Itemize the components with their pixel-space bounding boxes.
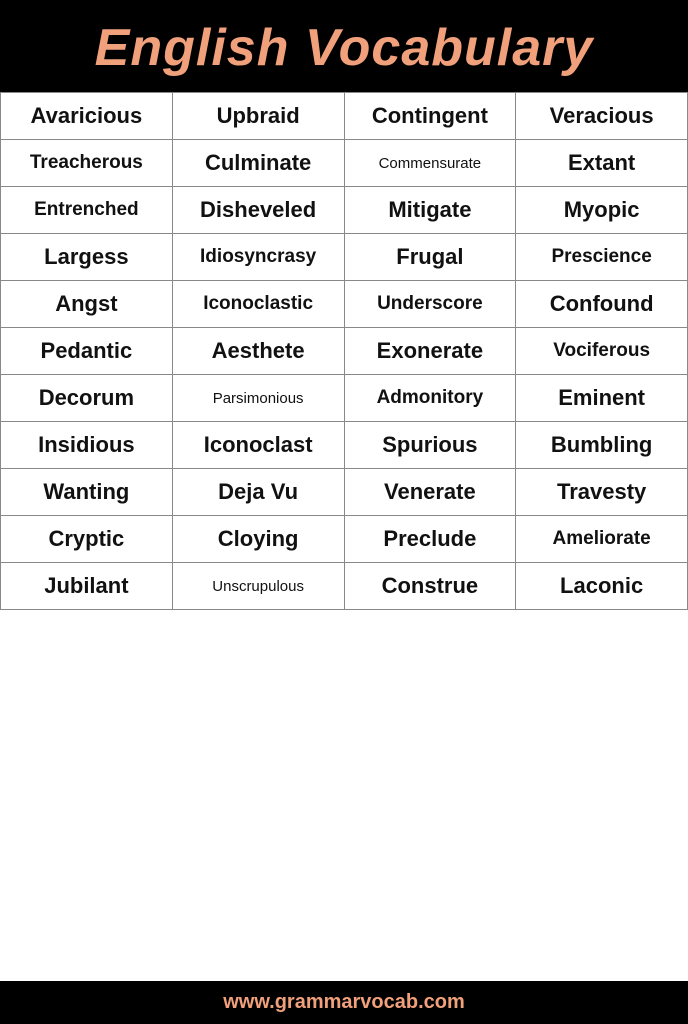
vocab-cell: Prescience — [516, 234, 688, 281]
vocab-cell: Disheveled — [172, 187, 344, 234]
vocab-cell: Largess — [1, 234, 173, 281]
vocab-cell: Veracious — [516, 93, 688, 140]
vocab-cell: Commensurate — [344, 140, 516, 187]
vocab-cell: Travesty — [516, 469, 688, 516]
vocab-cell: Ameliorate — [516, 516, 688, 563]
vocab-cell: Laconic — [516, 563, 688, 610]
vocab-cell: Contingent — [344, 93, 516, 140]
page-footer: www.grammarvocab.com — [0, 981, 688, 1024]
vocab-cell: Exonerate — [344, 328, 516, 375]
page-title: English Vocabulary — [10, 18, 678, 78]
footer-url: www.grammarvocab.com — [223, 991, 465, 1013]
vocab-cell: Vociferous — [516, 328, 688, 375]
vocab-cell: Bumbling — [516, 422, 688, 469]
vocab-cell: Pedantic — [1, 328, 173, 375]
table-row: AvariciousUpbraidContingentVeracious — [1, 93, 688, 140]
vocab-cell: Admonitory — [344, 375, 516, 422]
vocab-cell: Treacherous — [1, 140, 173, 187]
vocab-cell: Avaricious — [1, 93, 173, 140]
vocab-cell: Confound — [516, 281, 688, 328]
vocab-table: AvariciousUpbraidContingentVeraciousTrea… — [0, 92, 688, 610]
vocab-table-container: AvariciousUpbraidContingentVeraciousTrea… — [0, 92, 688, 981]
table-row: PedanticAestheteExonerateVociferous — [1, 328, 688, 375]
table-row: LargessIdiosyncrasyFrugalPrescience — [1, 234, 688, 281]
vocab-cell: Decorum — [1, 375, 173, 422]
table-row: InsidiousIconoclastSpuriousBumbling — [1, 422, 688, 469]
vocab-cell: Underscore — [344, 281, 516, 328]
table-row: TreacherousCulminateCommensurateExtant — [1, 140, 688, 187]
vocab-cell: Eminent — [516, 375, 688, 422]
vocab-cell: Deja Vu — [172, 469, 344, 516]
vocab-cell: Unscrupulous — [172, 563, 344, 610]
table-row: WantingDeja VuVenerateTravesty — [1, 469, 688, 516]
vocab-cell: Cloying — [172, 516, 344, 563]
vocab-cell: Iconoclast — [172, 422, 344, 469]
vocab-cell: Insidious — [1, 422, 173, 469]
vocab-cell: Culminate — [172, 140, 344, 187]
vocab-cell: Extant — [516, 140, 688, 187]
vocab-cell: Venerate — [344, 469, 516, 516]
table-row: DecorumParsimoniousAdmonitoryEminent — [1, 375, 688, 422]
vocab-cell: Wanting — [1, 469, 173, 516]
vocab-cell: Frugal — [344, 234, 516, 281]
vocab-cell: Idiosyncrasy — [172, 234, 344, 281]
page-header: English Vocabulary — [0, 0, 688, 92]
vocab-cell: Aesthete — [172, 328, 344, 375]
table-row: CrypticCloyingPrecludeAmeliorate — [1, 516, 688, 563]
table-row: AngstIconoclasticUnderscoreConfound — [1, 281, 688, 328]
table-row: EntrenchedDisheveledMitigateMyopic — [1, 187, 688, 234]
vocab-cell: Jubilant — [1, 563, 173, 610]
vocab-cell: Entrenched — [1, 187, 173, 234]
vocab-cell: Construe — [344, 563, 516, 610]
table-row: JubilantUnscrupulousConstrueLaconic — [1, 563, 688, 610]
vocab-cell: Cryptic — [1, 516, 173, 563]
vocab-cell: Myopic — [516, 187, 688, 234]
vocab-cell: Spurious — [344, 422, 516, 469]
vocab-cell: Preclude — [344, 516, 516, 563]
vocab-cell: Iconoclastic — [172, 281, 344, 328]
vocab-cell: Upbraid — [172, 93, 344, 140]
vocab-cell: Angst — [1, 281, 173, 328]
vocab-cell: Mitigate — [344, 187, 516, 234]
vocab-cell: Parsimonious — [172, 375, 344, 422]
